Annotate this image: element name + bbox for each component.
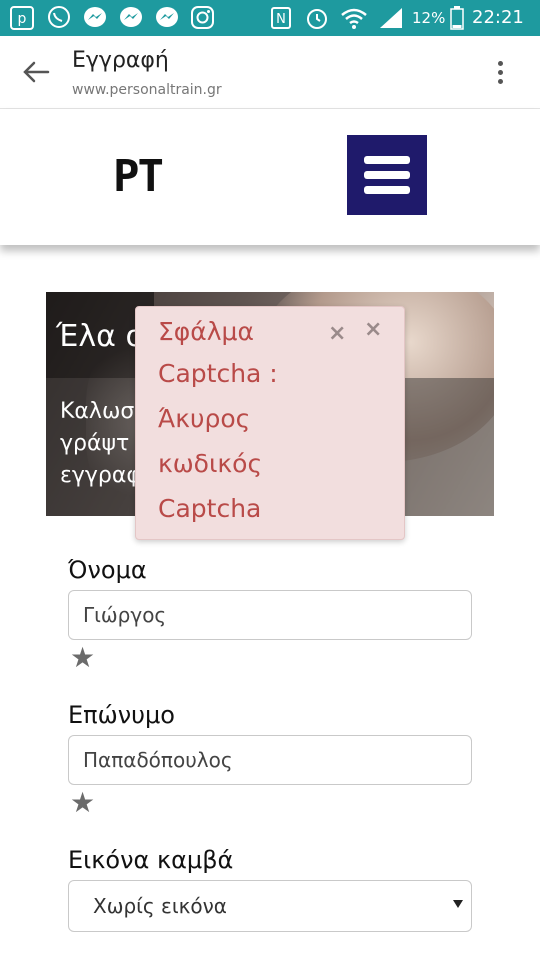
alert-line: κωδικός [158, 449, 263, 478]
messenger-icon [82, 6, 108, 30]
wifi-icon [340, 6, 368, 30]
page-url: www.personaltrain.gr [72, 82, 222, 98]
first-name-label: Όνομα [68, 556, 147, 584]
hamburger-menu-button[interactable] [347, 135, 427, 215]
dot-icon [497, 60, 503, 66]
battery-icon [450, 6, 464, 30]
signal-icon [378, 6, 404, 30]
first-name-field[interactable] [68, 590, 472, 640]
messenger-icon [154, 6, 180, 30]
site-header: PT [0, 109, 540, 245]
menu-bar-icon [364, 156, 410, 164]
svg-text:N: N [276, 12, 286, 27]
alert-line: Άκυρος [158, 404, 251, 433]
star-icon: ★ [70, 641, 96, 674]
menu-bar-icon [364, 186, 410, 194]
status-bar: p N 12% 22:21 [0, 0, 540, 36]
app-bar: Εγγραφή www.personaltrain.gr [0, 36, 540, 109]
menu-bar-icon [364, 171, 410, 179]
close-icon[interactable]: × [328, 321, 346, 346]
instagram-icon [190, 6, 216, 30]
dot-icon [497, 69, 503, 75]
star-icon: ★ [70, 786, 96, 819]
clock: 22:21 [472, 7, 524, 28]
canvas-image-select[interactable]: Χωρίς εικόνα [68, 880, 472, 932]
arrow-left-icon [23, 61, 50, 83]
site-logo[interactable]: PT [113, 151, 164, 202]
alarm-icon [304, 6, 330, 30]
alert-line: Captcha : [158, 359, 278, 388]
viber-icon [46, 6, 72, 30]
captcha-error-alert: Σφάλμα Captcha : Άκυρος κωδικός Captcha … [135, 306, 405, 540]
last-name-field[interactable] [68, 735, 472, 785]
messenger-icon [118, 6, 144, 30]
close-icon[interactable]: × [364, 317, 382, 342]
alert-line: Captcha [158, 494, 262, 523]
pinterest-icon: p [10, 6, 34, 30]
alert-message: Σφάλμα Captcha : Άκυρος κωδικός Captcha [158, 317, 358, 531]
canvas-image-selected: Χωρίς εικόνα [93, 894, 227, 918]
page-title: Εγγραφή [72, 48, 169, 73]
dropdown-arrow-icon [453, 900, 463, 908]
last-name-label: Επώνυμο [68, 701, 175, 729]
nfc-icon: N [270, 6, 292, 30]
canvas-image-label: Εικόνα καμβά [68, 846, 234, 874]
overflow-menu-button[interactable] [488, 56, 512, 88]
back-button[interactable] [18, 56, 54, 88]
svg-text:p: p [18, 11, 27, 27]
battery-percent: 12% [412, 9, 446, 27]
dot-icon [497, 78, 503, 84]
